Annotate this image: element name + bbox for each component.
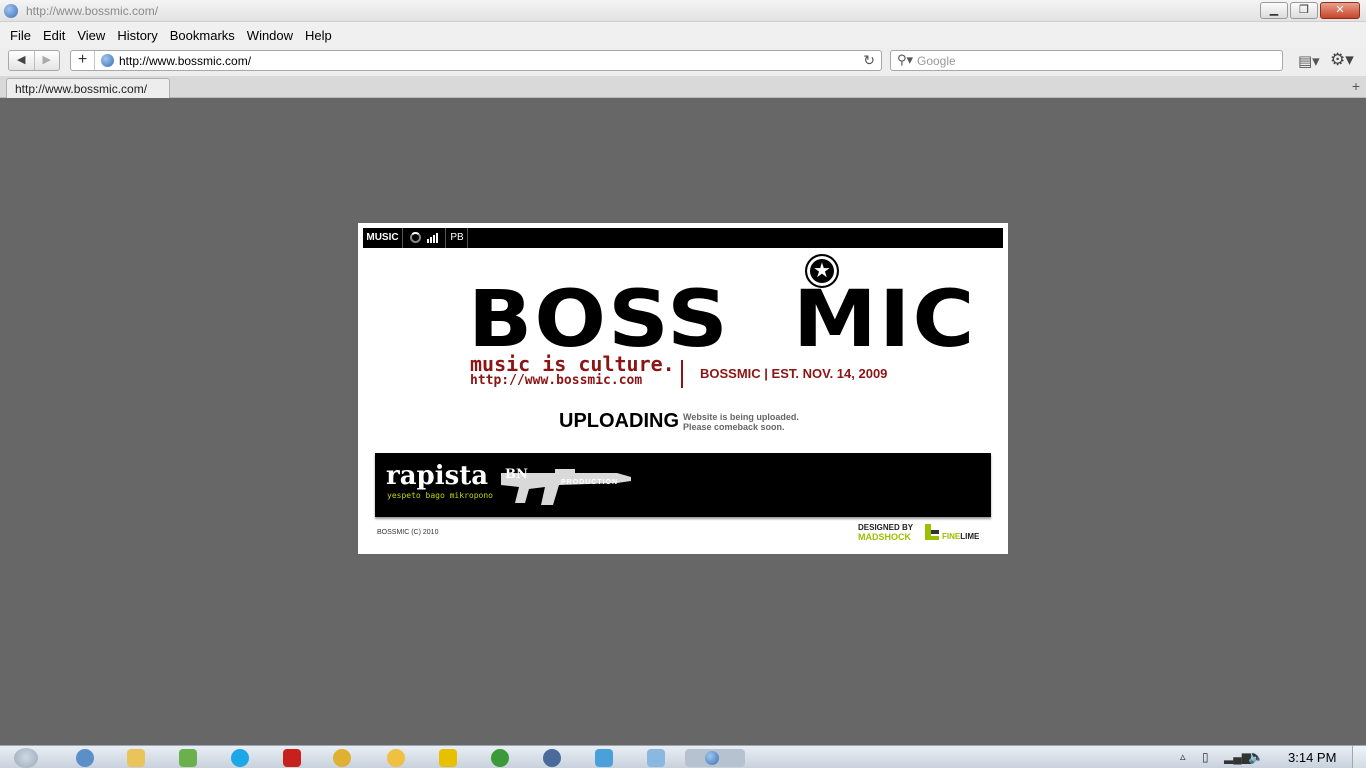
taskbar-notepad-icon[interactable] [647,749,665,767]
menu-bar: File Edit View History Bookmarks Window … [0,22,1366,48]
finelime-fine: FINE [942,532,961,541]
tab-label: http://www.bossmic.com/ [15,82,148,96]
address-input[interactable]: http://www.bossmic.com/ [119,54,251,68]
site-logo: BOSS MIC [468,275,977,365]
tray-expand-icon[interactable]: ▵ [1180,750,1186,763]
taskbar-alarm-icon[interactable] [387,749,405,767]
taskbar-itunes-icon[interactable] [543,749,561,767]
network-signal-icon[interactable]: ▂▄▆ [1224,750,1251,764]
window-title: http://www.bossmic.com/ [26,4,159,18]
menu-view[interactable]: View [77,28,105,43]
title-bar: http://www.bossmic.com/ ▁ ❐ ✕ [0,0,1366,22]
close-button[interactable]: ✕ [1320,2,1360,19]
rapista-logo[interactable]: rapista [386,461,488,491]
search-icon[interactable]: ⚲▾ [897,52,913,68]
tab-bar: http://www.bossmic.com/ + [0,76,1366,98]
menu-bookmarks[interactable]: Bookmarks [170,28,235,43]
uploading-heading: UPLOADING [559,410,679,432]
start-button[interactable] [14,748,38,768]
finelime-link[interactable]: FINELIME [942,532,979,541]
taskbar-users-icon[interactable] [595,749,613,767]
established-text: BOSSMIC | EST. NOV. 14, 2009 [700,366,888,381]
minimize-button[interactable]: ▁ [1260,2,1288,19]
tab-bossmic[interactable]: http://www.bossmic.com/ [6,78,170,98]
taskbar-app-yellow-icon[interactable] [439,749,457,767]
rapista-subtitle: yespeto bago mikropono [387,491,493,500]
menu-help[interactable]: Help [305,28,332,43]
site-top-nav: MUSIC PB [363,228,1003,248]
toolbar: ◀ ▶ + http://www.bossmic.com/ ↻ ⚲▾ Googl… [0,48,1366,76]
designed-by-label: DESIGNED BY [858,523,914,532]
nav-music[interactable]: MUSIC [363,228,403,248]
site-url-text: http://www.bossmic.com [470,373,643,388]
window-controls: ▁ ❐ ✕ [1260,2,1360,19]
new-tab-button[interactable]: + [1352,78,1360,94]
show-desktop-button[interactable] [1352,746,1366,768]
nav-buttons: ◀ ▶ [8,50,60,71]
upload-note: Website is being uploaded. Please comeba… [683,412,799,432]
designer-madshock-link[interactable]: MADSHOCK [858,532,911,542]
star-icon: ★ [805,254,839,288]
site-card: MUSIC PB BOSS MIC ★ music is culture. ht… [358,223,1008,554]
taskbar-explorer-icon[interactable] [127,749,145,767]
taskbar-app-icon[interactable] [179,749,197,767]
forward-button[interactable]: ▶ [35,51,60,70]
menu-file[interactable]: File [10,28,31,43]
menu-window[interactable]: Window [247,28,293,43]
search-input[interactable]: Google [917,54,956,68]
browser-globe-icon [4,4,18,18]
browser-globe-icon [705,751,719,765]
address-bar[interactable]: + http://www.bossmic.com/ ↻ [70,50,882,71]
gear-icon[interactable]: ⚙▾ [1330,50,1354,70]
add-bookmark-button[interactable]: + [71,51,95,70]
taskbar-refresh-app-icon[interactable] [491,749,509,767]
finelime-logo-icon[interactable] [925,524,939,540]
music-player-controls[interactable] [404,228,446,248]
upload-note-line-1: Website is being uploaded. [683,412,799,422]
reload-icon[interactable]: ↻ [863,52,875,69]
taskbar-skype-icon[interactable] [231,749,249,767]
page-menu-icon[interactable]: ▤▾ [1298,52,1320,70]
taskbar-filezilla-icon[interactable] [283,749,301,767]
upload-note-line-2: Please comeback soon. [683,422,785,432]
taskbar-chrome-icon[interactable] [333,749,351,767]
clock[interactable]: 3:14 PM [1288,750,1336,765]
volume-bars-icon[interactable] [427,233,438,243]
finelime-lime: LIME [960,532,980,541]
menu-history[interactable]: History [117,28,157,43]
tray-device-icon[interactable]: ▯ [1202,750,1209,764]
copyright-text: BOSSMIC (C) 2010 [377,529,439,536]
volume-icon[interactable]: 🔈 [1248,749,1264,765]
menu-edit[interactable]: Edit [43,28,65,43]
back-button[interactable]: ◀ [9,51,35,70]
restore-button[interactable]: ❐ [1290,2,1318,19]
site-globe-icon [101,54,114,67]
taskbar-app-network-icon[interactable] [76,749,94,767]
divider [681,360,683,388]
rifle-logo-label: BN [505,467,528,482]
sponsor-banner[interactable]: rapista yespeto bago mikropono BN PRODUC… [375,453,991,517]
taskbar-browser-button[interactable] [685,749,745,767]
taskbar: ▵ ▯ ▂▄▆ 🔈 3:14 PM [0,745,1366,768]
search-box[interactable]: ⚲▾ Google [890,50,1283,71]
nav-pb[interactable]: PB [447,228,468,248]
rifle-logo-production: PRODUCTION [561,479,619,486]
loading-icon [410,232,421,243]
